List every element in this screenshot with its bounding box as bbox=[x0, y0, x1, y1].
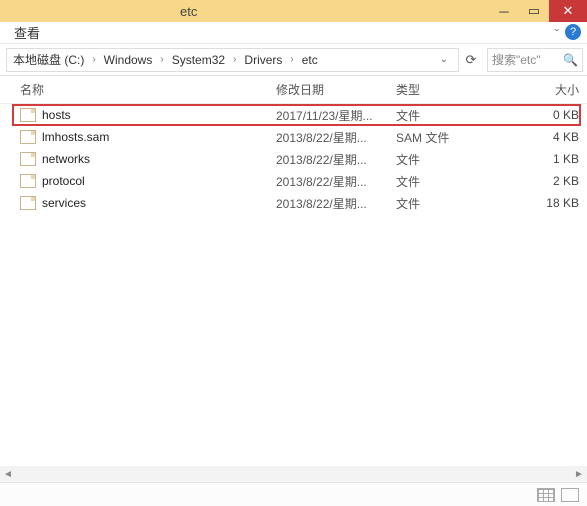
status-bar bbox=[0, 482, 587, 506]
file-name: hosts bbox=[42, 108, 276, 122]
file-row[interactable]: services2013/8/22/星期...文件18 KB bbox=[0, 192, 587, 214]
window-title: etc bbox=[180, 4, 197, 19]
view-icons-icon[interactable] bbox=[561, 488, 579, 502]
search-input[interactable]: 搜索"etc" 🔍 bbox=[487, 48, 583, 72]
address-bar: 本地磁盘 (C:) › Windows › System32 › Drivers… bbox=[0, 44, 587, 76]
breadcrumb[interactable]: 本地磁盘 (C:) › Windows › System32 › Drivers… bbox=[6, 48, 459, 72]
close-button[interactable]: ✕ bbox=[549, 0, 587, 22]
file-name: services bbox=[42, 196, 276, 210]
help-icon[interactable]: ? bbox=[565, 24, 581, 40]
file-name: lmhosts.sam bbox=[42, 130, 276, 144]
chevron-right-icon[interactable]: › bbox=[86, 54, 101, 65]
chevron-right-icon[interactable]: › bbox=[284, 54, 299, 65]
maximize-button[interactable]: ▭ bbox=[519, 0, 549, 22]
crumb-drivers[interactable]: Drivers bbox=[242, 53, 284, 67]
scroll-track[interactable] bbox=[16, 467, 571, 481]
file-size: 18 KB bbox=[504, 196, 587, 210]
minimize-button[interactable]: ─ bbox=[489, 0, 519, 22]
file-size: 2 KB bbox=[504, 174, 587, 188]
crumb-system32[interactable]: System32 bbox=[170, 53, 227, 67]
chevron-down-icon[interactable]: ˇ bbox=[554, 26, 559, 42]
crumb-drive[interactable]: 本地磁盘 (C:) bbox=[11, 51, 86, 68]
window-buttons: ─ ▭ ✕ bbox=[489, 0, 587, 22]
scroll-left-icon[interactable]: ◄ bbox=[0, 469, 16, 480]
file-size: 4 KB bbox=[504, 130, 587, 144]
file-date: 2017/11/23/星期... bbox=[276, 107, 396, 124]
menu-view[interactable]: 查看 bbox=[14, 23, 40, 42]
crumb-etc[interactable]: etc bbox=[300, 53, 320, 67]
file-name: protocol bbox=[42, 174, 276, 188]
file-date: 2013/8/22/星期... bbox=[276, 173, 396, 190]
file-icon bbox=[20, 174, 36, 188]
crumb-windows[interactable]: Windows bbox=[102, 53, 155, 67]
col-type[interactable]: 类型 bbox=[396, 81, 504, 98]
file-type: SAM 文件 bbox=[396, 129, 504, 146]
file-date: 2013/8/22/星期... bbox=[276, 129, 396, 146]
file-row[interactable]: lmhosts.sam2013/8/22/星期...SAM 文件4 KB bbox=[0, 126, 587, 148]
column-headers: 名称 修改日期 类型 大小 bbox=[0, 76, 587, 104]
file-icon bbox=[20, 108, 36, 122]
file-icon bbox=[20, 152, 36, 166]
file-row[interactable]: hosts2017/11/23/星期...文件0 KB bbox=[0, 104, 587, 126]
col-name[interactable]: 名称 bbox=[20, 81, 276, 98]
file-icon bbox=[20, 196, 36, 210]
file-row[interactable]: networks2013/8/22/星期...文件1 KB bbox=[0, 148, 587, 170]
file-type: 文件 bbox=[396, 107, 504, 124]
view-details-icon[interactable] bbox=[537, 488, 555, 502]
chevron-right-icon[interactable]: › bbox=[227, 54, 242, 65]
search-icon: 🔍 bbox=[563, 53, 578, 67]
chevron-right-icon[interactable]: › bbox=[154, 54, 169, 65]
file-date: 2013/8/22/星期... bbox=[276, 195, 396, 212]
file-name: networks bbox=[42, 152, 276, 166]
address-dropdown-icon[interactable]: ⌄ bbox=[434, 54, 454, 65]
file-row[interactable]: protocol2013/8/22/星期...文件2 KB bbox=[0, 170, 587, 192]
search-placeholder: 搜索"etc" bbox=[492, 51, 541, 68]
file-icon bbox=[20, 130, 36, 144]
file-type: 文件 bbox=[396, 151, 504, 168]
file-list: hosts2017/11/23/星期...文件0 KBlmhosts.sam20… bbox=[0, 104, 587, 214]
title-bar: etc ─ ▭ ✕ bbox=[0, 0, 587, 22]
file-size: 0 KB bbox=[504, 108, 587, 122]
file-size: 1 KB bbox=[504, 152, 587, 166]
horizontal-scrollbar[interactable]: ◄ ► bbox=[0, 466, 587, 482]
file-type: 文件 bbox=[396, 173, 504, 190]
scroll-right-icon[interactable]: ► bbox=[571, 469, 587, 480]
col-size[interactable]: 大小 bbox=[504, 81, 587, 98]
refresh-button[interactable]: ⟳ bbox=[459, 52, 483, 68]
file-type: 文件 bbox=[396, 195, 504, 212]
col-date[interactable]: 修改日期 bbox=[276, 81, 396, 98]
menu-bar: 查看 ˇ ? bbox=[0, 22, 587, 44]
file-date: 2013/8/22/星期... bbox=[276, 151, 396, 168]
